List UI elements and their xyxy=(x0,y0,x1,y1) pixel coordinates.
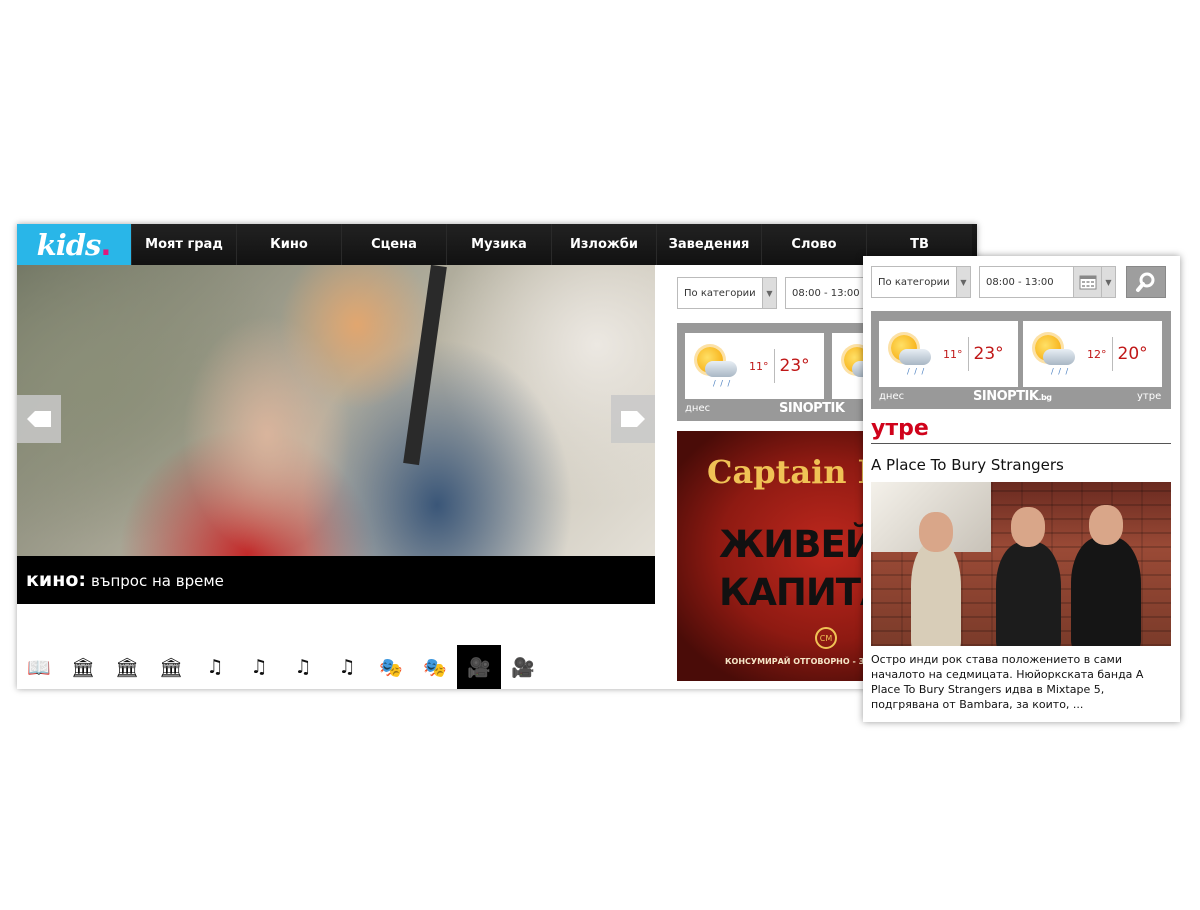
weather-today-min: 11° xyxy=(749,359,769,373)
weather-today-max: 23° xyxy=(779,356,810,376)
section-heading: утре xyxy=(871,414,1171,444)
weather-tomorrow-max: 20° xyxy=(1117,344,1148,364)
museum-icon[interactable]: 🏛 xyxy=(61,645,105,689)
calendar-icon[interactable] xyxy=(1073,267,1101,297)
hero-image[interactable] xyxy=(17,265,655,597)
sinoptik-logo[interactable]: SINOPTIK xyxy=(779,401,845,416)
event-description: Остро инди рок става положението в сами … xyxy=(871,653,1144,711)
event-title[interactable]: A Place To Bury Strangers xyxy=(871,456,1064,474)
search-button[interactable] xyxy=(1126,266,1166,298)
hero-caption[interactable]: кино: въпрос на време xyxy=(17,556,655,604)
movie-camera-icon[interactable]: 🎥 xyxy=(501,645,545,689)
nav-item-cinema[interactable]: Кино xyxy=(236,224,341,265)
main-filter-row: По категории ▼ 08:00 - 13:00 xyxy=(677,277,875,309)
nav-item-word[interactable]: Слово xyxy=(761,224,866,265)
museum-icon[interactable]: 🏛 xyxy=(105,645,149,689)
weather-today-max: 23° xyxy=(973,344,1004,364)
event-photo[interactable] xyxy=(871,482,1171,646)
next-slide-button[interactable] xyxy=(611,395,655,443)
weather-tomorrow-card: / / / 12° 20° xyxy=(1023,321,1162,387)
museum-icon[interactable]: 🏛 xyxy=(149,645,193,689)
music-note-icon[interactable]: ♫ xyxy=(193,645,237,689)
partly-sunny-rain-icon: / / / xyxy=(887,329,937,379)
sinoptik-text: SINOPTIK xyxy=(973,389,1039,404)
partly-sunny-rain-icon: / / / xyxy=(1031,329,1081,379)
panel-filter-row: По категории ▼ 08:00 - 13:00 ▼ xyxy=(871,266,1166,298)
nav-item-music[interactable]: Музика xyxy=(446,224,551,265)
time-select[interactable]: 08:00 - 13:00 xyxy=(785,277,875,309)
panel-category-value: По категории xyxy=(878,276,950,288)
sinoptik-text: SINOPTIK xyxy=(779,401,845,416)
movie-camera-icon[interactable]: 🎥 xyxy=(457,645,501,689)
weather-today-min: 11° xyxy=(943,347,963,361)
chevron-down-icon: ▼ xyxy=(762,278,776,308)
theater-masks-icon[interactable]: 🎭 xyxy=(369,645,413,689)
photo-person xyxy=(911,512,961,646)
page: kids. Моят град Кино Сцена Музика Изложб… xyxy=(0,0,1200,910)
main-site-window: kids. Моят град Кино Сцена Музика Изложб… xyxy=(17,224,977,689)
weather-tomorrow-label: утре xyxy=(1137,391,1162,402)
book-icon[interactable]: 📖 xyxy=(17,645,61,689)
photo-person xyxy=(996,507,1061,646)
hero-category: кино: xyxy=(26,569,86,591)
sinoptik-suffix: .bg xyxy=(1038,393,1052,402)
top-navigation: kids. Моят град Кино Сцена Музика Изложб… xyxy=(17,224,977,265)
hero-photo-detail xyxy=(403,265,447,466)
weather-separator xyxy=(967,337,969,371)
nav-item-my-city[interactable]: Моят град xyxy=(131,224,236,265)
ad-emblem: CM xyxy=(815,627,837,649)
photo-person xyxy=(1071,505,1141,646)
weather-tomorrow-min: 12° xyxy=(1087,347,1107,361)
music-note-icon[interactable]: ♫ xyxy=(325,645,369,689)
logo-dot: . xyxy=(100,227,112,262)
search-icon xyxy=(1136,272,1155,292)
nav-item-venues[interactable]: Заведения xyxy=(656,224,761,265)
prev-slide-button[interactable] xyxy=(17,395,61,443)
weather-today-label: днес xyxy=(879,391,905,402)
weather-separator xyxy=(773,349,775,383)
nav-item-exhibitions[interactable]: Изложби xyxy=(551,224,656,265)
weather-today-card: / / / 11° 23° xyxy=(879,321,1018,387)
music-note-icon[interactable]: ♫ xyxy=(237,645,281,689)
hero-title: въпрос на време xyxy=(91,572,224,590)
time-select-value: 08:00 - 13:00 xyxy=(792,287,860,299)
arrow-left-icon xyxy=(27,411,51,427)
logo-text: kids xyxy=(36,227,102,262)
arrow-right-icon xyxy=(621,411,645,427)
nav-item-stage[interactable]: Сцена xyxy=(341,224,446,265)
sinoptik-logo[interactable]: SINOPTIK.bg xyxy=(973,389,1052,404)
panel-time-select[interactable]: 08:00 - 13:00 ▼ xyxy=(979,266,1116,298)
mobile-preview-panel: По категории ▼ 08:00 - 13:00 ▼ / / / 11°… xyxy=(863,256,1180,722)
panel-time-value: 08:00 - 13:00 xyxy=(986,276,1054,288)
category-select-value: По категории xyxy=(684,287,756,299)
weather-today-label: днес xyxy=(685,403,711,414)
partly-sunny-rain-icon: / / / xyxy=(693,341,743,391)
category-icon-row: 📖 🏛 🏛 🏛 ♫ ♫ ♫ ♫ 🎭 🎭 🎥 🎥 xyxy=(17,645,655,689)
category-select[interactable]: По категории ▼ xyxy=(677,277,777,309)
music-note-icon[interactable]: ♫ xyxy=(281,645,325,689)
chevron-down-icon: ▼ xyxy=(956,267,970,297)
weather-separator xyxy=(1111,337,1113,371)
weather-today-card: / / / 11° 23° xyxy=(685,333,824,399)
theater-masks-icon[interactable]: 🎭 xyxy=(413,645,457,689)
panel-category-select[interactable]: По категории ▼ xyxy=(871,266,971,298)
chevron-down-icon: ▼ xyxy=(1101,267,1115,297)
panel-weather-widget[interactable]: / / / 11° 23° / / / 12° 20° днес SINOPTI… xyxy=(871,311,1171,409)
kids-logo[interactable]: kids. xyxy=(17,224,131,265)
